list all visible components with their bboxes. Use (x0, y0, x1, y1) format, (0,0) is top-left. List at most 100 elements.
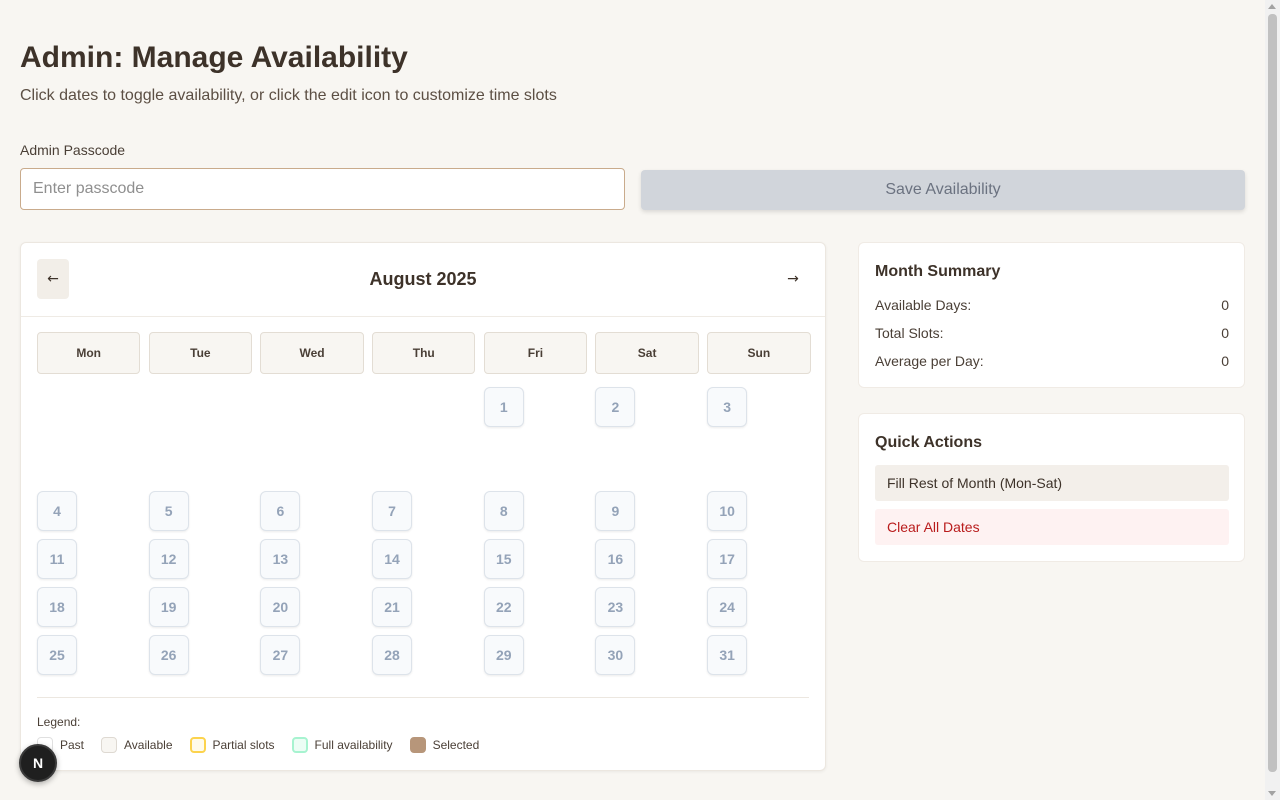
calendar-day[interactable]: 2 (595, 387, 636, 427)
selected-swatch (409, 737, 426, 753)
legend-label: Partial slots (212, 738, 275, 752)
calendar-day[interactable]: 5 (148, 491, 189, 531)
summary-label: Total Slots: (875, 325, 944, 341)
legend-label: Selected (432, 738, 480, 752)
calendar-day[interactable]: 20 (260, 587, 301, 627)
quick-actions-card: Quick Actions Fill Rest of Month (Mon-Sa… (858, 413, 1245, 562)
calendar-cell: 16 (595, 533, 698, 581)
calendar-day[interactable]: 29 (483, 635, 524, 675)
scroll-up-icon[interactable] (1268, 4, 1276, 9)
month-title: August 2025 (369, 269, 477, 289)
calendar-cell: 17 (707, 533, 810, 581)
calendar-day[interactable]: 28 (372, 635, 413, 675)
calendar-day[interactable]: 15 (483, 539, 524, 579)
nextjs-dev-badge[interactable]: N (19, 744, 57, 782)
calendar-cell: 19 (148, 581, 252, 629)
legend-item-full: Full availability (291, 737, 393, 753)
calendar-cell: 30 (595, 629, 698, 677)
summary-label: Average per Day: (875, 353, 984, 369)
calendar-day[interactable]: 6 (260, 491, 301, 531)
calendar-day[interactable]: 4 (37, 491, 77, 531)
calendar-day[interactable]: 12 (148, 539, 189, 579)
calendar-cell: 25 (37, 629, 140, 677)
calendar-day[interactable]: 17 (707, 539, 748, 579)
weekday-header: Sun (707, 332, 811, 374)
calendar-day[interactable]: 8 (483, 491, 524, 531)
calendar-cell (260, 374, 363, 485)
weekday-header: Wed (260, 332, 364, 374)
partial-swatch (189, 737, 206, 753)
legend-title: Legend: (37, 715, 81, 729)
weekday-header: Fri (483, 332, 588, 374)
calendar-cell: 18 (37, 581, 140, 629)
summary-value: 0 (1221, 353, 1229, 369)
calendar-cell: 15 (483, 533, 587, 581)
scroll-down-icon[interactable] (1268, 791, 1276, 796)
calendar-cell: 2 (595, 374, 698, 485)
month-summary-card: Month Summary Available Days: 0 Total Sl… (858, 242, 1245, 388)
calendar-day[interactable]: 21 (372, 587, 413, 627)
calendar-cell: 20 (260, 581, 363, 629)
calendar-cell: 14 (372, 533, 475, 581)
save-availability-button[interactable]: Save Availability (641, 170, 1245, 210)
calendar-cell: 12 (148, 533, 252, 581)
calendar-day[interactable]: 30 (595, 635, 636, 675)
summary-row-available-days: Available Days: 0 (875, 297, 1229, 313)
calendar-cell (149, 374, 252, 485)
calendar-day[interactable]: 11 (37, 539, 77, 579)
calendar-day[interactable]: 31 (707, 635, 748, 675)
calendar-cell: 5 (148, 485, 252, 533)
calendar-day[interactable]: 18 (37, 587, 77, 627)
calendar-card: ← August 2025 → Mon Tue Wed Thu Fri Sat Sun 1 2 3… (20, 242, 826, 771)
calendar-cell: 23 (595, 581, 698, 629)
available-swatch (101, 737, 118, 753)
calendar-day[interactable]: 27 (260, 635, 301, 675)
calendar-day[interactable]: 25 (37, 635, 77, 675)
month-summary-title: Month Summary (875, 263, 1001, 280)
weekday-header: Thu (372, 332, 476, 374)
clear-all-dates-button[interactable]: Clear All Dates (875, 509, 1229, 545)
passcode-input[interactable] (20, 168, 625, 210)
arrow-right-icon: → (787, 271, 799, 287)
calendar-cell: 3 (707, 374, 810, 485)
calendar-cell: 4 (37, 485, 140, 533)
calendar-day[interactable]: 14 (372, 539, 413, 579)
summary-value: 0 (1221, 297, 1229, 313)
calendar-cell: 26 (148, 629, 252, 677)
summary-row-total-slots: Total Slots: 0 (875, 325, 1229, 341)
calendar-day[interactable]: 16 (595, 539, 636, 579)
calendar-day[interactable]: 19 (148, 587, 189, 627)
calendar-day[interactable]: 3 (707, 387, 748, 427)
calendar-day[interactable]: 9 (595, 491, 636, 531)
quick-actions-title: Quick Actions (875, 434, 982, 451)
fill-rest-of-month-button[interactable]: Fill Rest of Month (Mon-Sat) (875, 465, 1229, 501)
calendar-day[interactable]: 24 (707, 587, 748, 627)
legend-item-partial: Partial slots (189, 737, 275, 753)
scroll-thumb[interactable] (1268, 14, 1277, 772)
calendar-day[interactable]: 26 (148, 635, 189, 675)
summary-value: 0 (1221, 325, 1229, 341)
calendar-cell: 22 (483, 581, 587, 629)
calendar-day[interactable]: 22 (483, 587, 524, 627)
passcode-label: Admin Passcode (20, 142, 126, 158)
calendar-cell: 11 (37, 533, 140, 581)
calendar-cell: 29 (483, 629, 587, 677)
calendar-cell: 31 (707, 629, 810, 677)
calendar-cell: 9 (595, 485, 698, 533)
calendar-day[interactable]: 7 (372, 491, 413, 531)
vertical-scrollbar[interactable] (1265, 0, 1280, 800)
full-swatch (291, 737, 308, 753)
weekday-header: Mon (37, 332, 141, 374)
calendar-cell: 1 (483, 374, 587, 485)
calendar-day[interactable]: 23 (595, 587, 636, 627)
page-title: Admin: Manage Availability (20, 41, 408, 74)
summary-row-average-per-day: Average per Day: 0 (875, 353, 1229, 369)
calendar-header: ← August 2025 → (21, 243, 825, 317)
calendar-day[interactable]: 13 (260, 539, 301, 579)
calendar-day[interactable]: 10 (707, 491, 748, 531)
calendar-cell (37, 374, 140, 485)
calendar-day[interactable]: 1 (483, 387, 524, 427)
next-month-button[interactable]: → (777, 259, 809, 299)
calendar-cell: 28 (372, 629, 475, 677)
calendar-grid: Mon Tue Wed Thu Fri Sat Sun 1 2 3 4 5 6 7 8 9 10 11 12 13 14… (37, 332, 811, 677)
